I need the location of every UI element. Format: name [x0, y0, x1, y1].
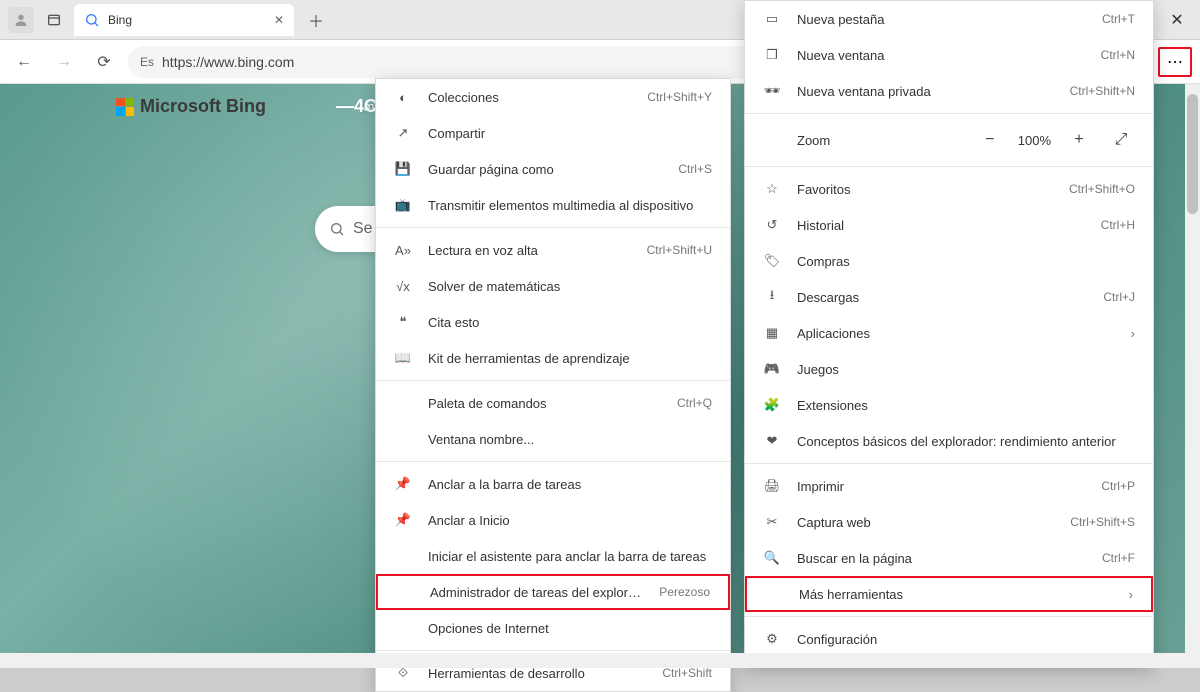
submenu-taskbar-wizard[interactable]: Iniciar el asistente para anclar la barr… [376, 538, 730, 574]
submenu-share[interactable]: ↗Compartir [376, 115, 730, 151]
zoom-out-button[interactable]: − [976, 131, 1004, 149]
search-icon [329, 221, 345, 237]
puzzle-icon: 🧩 [763, 397, 781, 413]
gamepad-icon: 🎮 [763, 361, 781, 377]
menu-new-tab[interactable]: ▭Nueva pestañaCtrl+T [745, 1, 1153, 37]
submenu-cmd-palette[interactable]: Paleta de comandosCtrl+Q [376, 385, 730, 421]
tab-title: Bing [108, 13, 132, 27]
separator [745, 463, 1153, 464]
chevron-right-icon: › [1129, 587, 1133, 602]
book-icon: 📖 [394, 350, 412, 366]
search-placeholder: Se [353, 220, 373, 238]
submenu-collections[interactable]: ◐ColeccionesCtrl+Shift+Y [376, 79, 730, 115]
menu-print[interactable]: 🖨ImprimirCtrl+P [745, 468, 1153, 504]
tag-icon: 🏷 [763, 253, 781, 269]
window-icon: ❐ [763, 47, 781, 63]
chevron-right-icon: › [1131, 326, 1135, 341]
menu-downloads[interactable]: ⭳DescargasCtrl+J [745, 279, 1153, 315]
menu-zoom: Zoom − 100% + ⤢ [745, 118, 1153, 162]
new-tab-icon: ▭ [763, 11, 781, 27]
submenu-read-aloud[interactable]: A»Lectura en voz altaCtrl+Shift+U [376, 232, 730, 268]
lang-badge: Es [140, 55, 154, 69]
quote-icon: ❝ [394, 314, 412, 330]
more-tools-submenu: ◐ColeccionesCtrl+Shift+Y ↗Compartir 💾Gua… [375, 78, 731, 692]
cast-icon: 📺 [394, 197, 412, 213]
tab-actions-icon[interactable] [38, 12, 70, 28]
printer-icon: 🖨 [763, 478, 781, 494]
submenu-name-window[interactable]: Ventana nombre... [376, 421, 730, 457]
separator [376, 650, 730, 651]
separator [745, 113, 1153, 114]
submenu-task-manager[interactable]: Administrador de tareas del exploradorPe… [376, 574, 730, 610]
forward-button: → [48, 46, 80, 78]
bing-logo-text: Microsoft Bing [140, 96, 266, 117]
apps-icon: ▦ [763, 325, 781, 341]
zoom-in-button[interactable]: + [1065, 131, 1093, 149]
submenu-pin-start[interactable]: 📌Anclar a Inicio [376, 502, 730, 538]
vertical-scrollbar[interactable] [1185, 84, 1200, 668]
back-button[interactable]: ← [8, 46, 40, 78]
settings-menu: ▭Nueva pestañaCtrl+T ❐Nueva ventanaCtrl+… [744, 0, 1154, 668]
submenu-save-as[interactable]: 💾Guardar página comoCtrl+S [376, 151, 730, 187]
menu-favorites[interactable]: ☆FavoritosCtrl+Shift+O [745, 171, 1153, 207]
separator [745, 616, 1153, 617]
microsoft-logo-icon [116, 98, 134, 116]
separator [376, 380, 730, 381]
menu-capture[interactable]: ✂Captura webCtrl+Shift+S [745, 504, 1153, 540]
menu-new-private[interactable]: 🕶Nueva ventana privadaCtrl+Shift+N [745, 73, 1153, 109]
tab-close-icon[interactable]: ✕ [274, 13, 284, 27]
submenu-cite[interactable]: ❝Cita esto [376, 304, 730, 340]
menu-essentials[interactable]: ❤Conceptos básicos del explorador: rendi… [745, 423, 1153, 459]
new-tab-button[interactable]: ＋ [300, 8, 332, 32]
bing-logo[interactable]: Microsoft Bing [116, 96, 266, 117]
gear-icon: ⚙ [763, 631, 781, 647]
submenu-internet-options[interactable]: Opciones de Internet [376, 610, 730, 646]
horizontal-scrollbar[interactable] [0, 653, 1185, 668]
window-close-button[interactable]: ✕ [1154, 0, 1200, 40]
share-icon: ↗ [394, 125, 412, 141]
menu-find[interactable]: 🔍Buscar en la páginaCtrl+F [745, 540, 1153, 576]
submenu-pin-taskbar[interactable]: 📌Anclar a la barra de tareas [376, 466, 730, 502]
camera-icon: ✂ [763, 514, 781, 530]
zoom-label: Zoom [763, 133, 962, 148]
zoom-value: 100% [1018, 133, 1051, 148]
separator [376, 227, 730, 228]
bing-favicon [84, 12, 100, 28]
url-text: https://www.bing.com [162, 54, 294, 70]
menu-games[interactable]: 🎮Juegos [745, 351, 1153, 387]
submenu-math[interactable]: √xSolver de matemáticas [376, 268, 730, 304]
private-icon: 🕶 [763, 83, 781, 99]
profile-avatar[interactable] [8, 7, 34, 33]
star-icon: ☆ [763, 181, 781, 197]
menu-new-window[interactable]: ❐Nueva ventanaCtrl+N [745, 37, 1153, 73]
menu-history[interactable]: ↺HistorialCtrl+H [745, 207, 1153, 243]
pin-icon: 📌 [394, 512, 412, 528]
menu-more-tools[interactable]: Más herramientas› [745, 576, 1153, 612]
browser-tab[interactable]: Bing ✕ [74, 4, 294, 36]
fullscreen-button[interactable]: ⤢ [1107, 131, 1135, 149]
read-aloud-icon: A» [394, 243, 412, 258]
menu-settings[interactable]: ⚙Configuración [745, 621, 1153, 657]
submenu-cast[interactable]: 📺Transmitir elementos multimedia al disp… [376, 187, 730, 223]
pin-icon: 📌 [394, 476, 412, 492]
refresh-button[interactable]: ⟳ [88, 46, 120, 78]
scrollbar-thumb[interactable] [1187, 94, 1198, 214]
separator [376, 461, 730, 462]
menu-extensions[interactable]: 🧩Extensiones [745, 387, 1153, 423]
search-icon: 🔍 [763, 550, 781, 566]
math-icon: √x [394, 279, 412, 294]
download-icon: ⭳ [763, 286, 781, 308]
separator [745, 166, 1153, 167]
menu-shopping[interactable]: 🏷Compras [745, 243, 1153, 279]
history-icon: ↺ [763, 217, 781, 233]
more-menu-button[interactable]: ⋯ [1158, 47, 1192, 77]
menu-apps[interactable]: ▦Aplicaciones› [745, 315, 1153, 351]
collections-icon: ◐ [394, 90, 412, 105]
bing-search-box[interactable]: Se [315, 206, 375, 252]
save-icon: 💾 [394, 161, 412, 177]
submenu-learning[interactable]: 📖Kit de herramientas de aprendizaje [376, 340, 730, 376]
heartbeat-icon: ❤ [763, 433, 781, 449]
